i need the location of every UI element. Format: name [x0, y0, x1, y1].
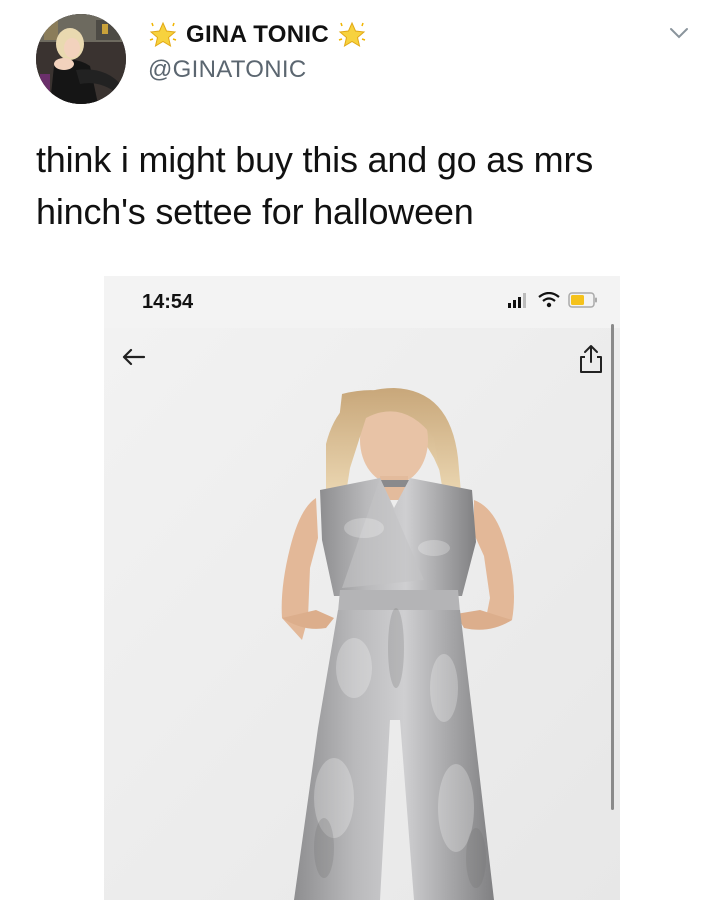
attached-screenshot[interactable]: 14:54 — [104, 276, 620, 900]
scrollbar[interactable] — [611, 324, 614, 810]
user-handle[interactable]: @GINATONIC — [148, 56, 306, 84]
back-arrow-icon[interactable] — [118, 342, 152, 372]
tweet-text: think i might buy this and go as mrs hin… — [36, 139, 594, 232]
star-emoji-icon — [337, 20, 367, 50]
phone-status-bar: 14:54 — [104, 276, 620, 328]
star-emoji-icon — [148, 20, 178, 50]
product-photo — [104, 328, 620, 900]
name-row: GINA TONIC — [148, 20, 367, 50]
battery-icon — [568, 292, 598, 313]
signal-icon — [508, 292, 530, 313]
wifi-icon — [538, 291, 560, 313]
share-icon[interactable] — [576, 342, 606, 376]
display-name[interactable]: GINA TONIC — [186, 21, 329, 49]
profile-avatar[interactable] — [36, 14, 126, 104]
status-icons — [508, 291, 598, 313]
status-time: 14:54 — [142, 291, 194, 313]
chevron-down-icon[interactable] — [668, 22, 690, 44]
